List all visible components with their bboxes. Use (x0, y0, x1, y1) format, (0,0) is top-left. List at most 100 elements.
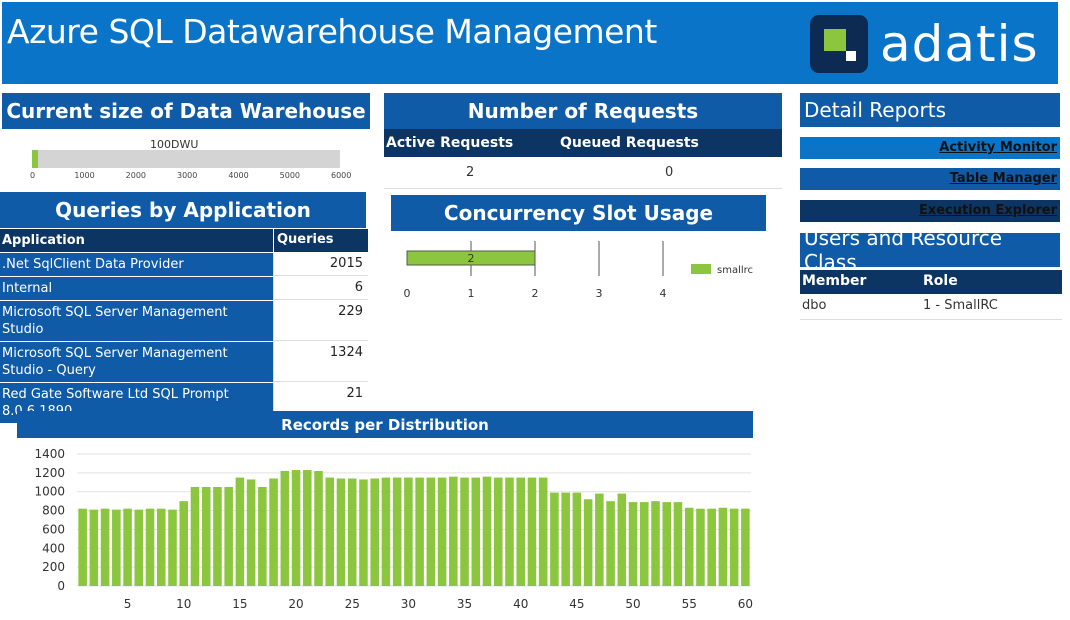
activity-monitor-link[interactable]: Activity Monitor (800, 137, 1060, 159)
records-bar (426, 477, 436, 586)
query-count: 2015 (273, 253, 368, 276)
records-bar (493, 477, 503, 586)
records-bar (168, 509, 177, 586)
records-bar (280, 470, 290, 586)
records-bar (303, 470, 312, 586)
users-row: dbo 1 - SmallRC (800, 294, 1062, 320)
records-bar (437, 477, 447, 586)
records-chart: 0 200 400 600 800 1000 1200 1400 5 10 15 20 25 30 35 40… (34, 447, 753, 611)
application-name: Microsoft SQL Server Management Studio -… (0, 342, 273, 382)
size-axis-tick: 0 (30, 171, 36, 180)
size-axis-tick: 4000 (228, 171, 249, 180)
records-bar (741, 508, 750, 586)
records-bar (246, 479, 256, 586)
records-bar (404, 477, 413, 586)
records-x-tick: 45 (569, 597, 584, 611)
records-x-tick: 20 (288, 597, 303, 611)
records-bar (224, 487, 233, 586)
logo-text: adatis (880, 15, 1039, 73)
size-axis-tick: 5000 (279, 171, 301, 180)
records-x-tick: 30 (401, 597, 416, 611)
concurrency-tick-label: 0 (404, 287, 411, 300)
records-bar (550, 492, 559, 586)
records-bar (595, 493, 604, 586)
size-panel-title: Current size of Data Warehouse (2, 93, 370, 129)
query-count: 1324 (273, 342, 368, 382)
records-y-tick: 0 (57, 579, 65, 593)
records-bar (370, 478, 379, 586)
records-bar (617, 493, 627, 586)
size-bar-track (32, 150, 340, 168)
queued-requests-value: 0 (665, 165, 674, 180)
records-bar (696, 508, 705, 586)
records-bar (179, 501, 188, 586)
adatis-logo: adatis (810, 14, 1039, 74)
records-x-tick: 35 (457, 597, 472, 611)
role-header: Role (923, 273, 958, 289)
records-bar (729, 508, 739, 586)
concurrency-tick-label: 2 (532, 287, 539, 300)
records-bar (662, 502, 672, 586)
users-title: Users and Resource Class (800, 226, 1060, 274)
records-bar (583, 499, 593, 586)
records-x-tick: 55 (682, 597, 697, 611)
records-bar (258, 487, 267, 586)
records-x-tick: 60 (738, 597, 753, 611)
records-bar (291, 470, 301, 586)
concurrency-tick-label: 3 (596, 287, 603, 300)
application-name: Internal (0, 277, 273, 300)
records-bar (381, 477, 391, 586)
concurrency-tick-label: 4 (660, 287, 667, 300)
records-bar (640, 502, 649, 586)
records-bar (112, 509, 121, 586)
requests-values-row: 2 0 (384, 157, 782, 189)
table-row: .Net SqlClient Data Provider 2015 (0, 253, 368, 277)
execution-explorer-link[interactable]: Execution Explorer (800, 200, 1060, 222)
records-bar (505, 477, 514, 586)
records-bar (392, 477, 402, 586)
records-y-tick: 600 (42, 522, 65, 536)
table-row: Microsoft SQL Server Management Studio -… (0, 342, 368, 383)
query-count: 229 (273, 301, 368, 341)
records-y-tick: 1200 (34, 466, 65, 480)
records-y-tick: 400 (42, 541, 65, 555)
queries-by-app-table: Application Queries .Net SqlClient Data … (0, 229, 368, 424)
app-header: Azure SQL Datawarehouse Management adati… (2, 2, 1058, 84)
records-bar (482, 476, 492, 586)
detail-reports-title: Detail Reports (800, 93, 1060, 127)
logo-mark-icon (810, 15, 868, 73)
records-bar (325, 477, 335, 586)
table-manager-link[interactable]: Table Manager (800, 168, 1060, 190)
records-x-tick: 25 (345, 597, 360, 611)
records-bar (561, 492, 570, 586)
size-axis-tick: 3000 (177, 171, 198, 180)
application-header: Application (0, 229, 273, 252)
records-bar (78, 508, 87, 586)
concurrency-chart: 0 1 2 3 4 2 smallrc (404, 241, 753, 300)
concurrency-data-label: 2 (468, 252, 475, 265)
active-requests-value: 2 (466, 165, 475, 180)
records-bar (460, 477, 469, 586)
records-bar (651, 501, 660, 586)
records-bar (336, 478, 346, 586)
records-bar (684, 507, 694, 586)
size-axis-tick: 6000 (331, 171, 352, 180)
records-x-tick: 10 (176, 597, 191, 611)
queued-requests-header: Queued Requests (560, 135, 699, 151)
legend-swatch (691, 264, 711, 274)
records-bar (156, 508, 166, 586)
records-bar (471, 477, 481, 586)
member-header: Member (802, 273, 867, 289)
size-bar-fill (32, 150, 38, 168)
records-y-tick: 1000 (34, 485, 65, 499)
users-header-row: Member Role (800, 270, 1062, 294)
records-x-tick: 40 (513, 597, 528, 611)
records-x-tick: 5 (124, 597, 132, 611)
queries-header: Queries (273, 229, 368, 252)
records-bar (527, 477, 537, 586)
records-bar (347, 478, 357, 586)
app-title: Azure SQL Datawarehouse Management (7, 12, 657, 51)
records-bar (89, 509, 99, 586)
records-bar (213, 487, 222, 586)
records-bar (123, 508, 132, 586)
